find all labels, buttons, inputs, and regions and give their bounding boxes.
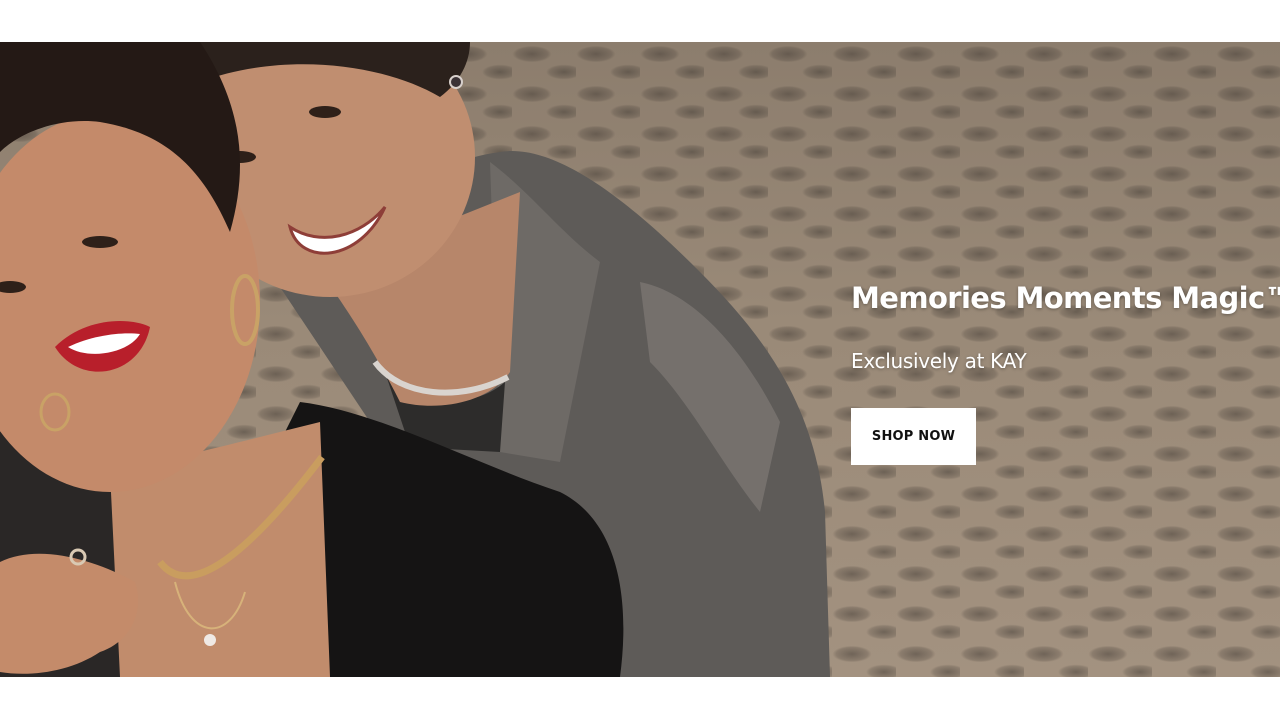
woman-eye-right: [82, 236, 118, 248]
man-eye-right: [309, 106, 341, 118]
man-earring: [449, 75, 463, 89]
hero-title: Memories Moments Magic™: [851, 281, 1280, 315]
shop-now-button[interactable]: SHOP NOW: [851, 408, 976, 465]
hero-banner[interactable]: Memories Moments Magic™ Exclusively at K…: [0, 42, 1280, 677]
hero-text-block: Memories Moments Magic™ Exclusively at K…: [851, 280, 1280, 374]
hero-photo-couple: [0, 42, 830, 677]
page: Memories Moments Magic™ Exclusively at K…: [0, 0, 1280, 720]
hero-subtitle: Exclusively at KAY: [851, 349, 1027, 373]
